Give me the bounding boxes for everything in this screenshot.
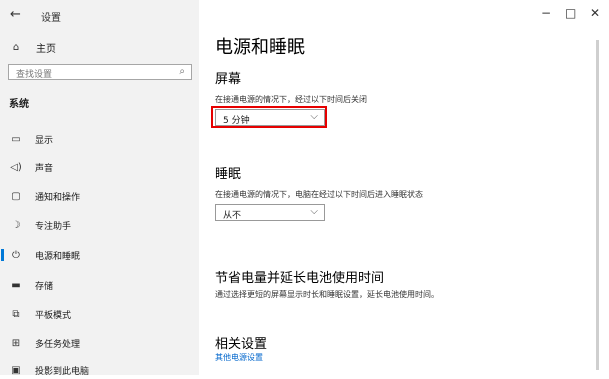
screen-timeout-value: 5 分钟 [223, 116, 250, 126]
section-title: 系统 [9, 99, 29, 110]
sidebar-item-sound[interactable]: ◁) 声音 [0, 158, 199, 176]
battery-description: 通过选择更短的屏幕显示时长和睡眠设置，延长电池使用时间。 [215, 290, 439, 299]
sidebar-item-label: 通知和操作 [35, 192, 81, 203]
multitask-icon: ⊞ [11, 337, 21, 349]
notification-icon: ▢ [11, 190, 21, 202]
power-icon: ⏻ [12, 249, 20, 261]
sidebar-item-label: 电源和睡眠 [35, 251, 81, 262]
sound-icon: ◁) [10, 161, 22, 173]
sidebar-item-label: 多任务处理 [35, 339, 81, 350]
screen-heading: 屏幕 [215, 72, 242, 87]
moon-icon: ☽ [11, 219, 21, 231]
screen-timeout-dropdown[interactable]: 5 分钟 ⌵ [215, 109, 325, 126]
related-settings-heading: 相关设置 [215, 337, 268, 352]
sleep-timeout-value: 从不 [223, 211, 242, 221]
window-title: 设置 [41, 13, 61, 24]
search-input[interactable]: 查找设置 ⌕ [8, 64, 192, 80]
sidebar-item-label: 平板模式 [35, 310, 72, 321]
sidebar-item-project[interactable]: ▣ 投影到此电脑 [0, 361, 199, 379]
chevron-down-icon: ⌵ [310, 206, 318, 217]
tablet-icon: ⧉ [12, 308, 20, 320]
search-icon: ⌕ [179, 66, 185, 77]
minimize-button[interactable]: − [541, 6, 551, 20]
maximize-button[interactable]: □ [565, 6, 576, 20]
sidebar-item-display[interactable]: ▭ 显示 [0, 130, 199, 148]
other-power-settings-link[interactable]: 其他电源设置 [215, 352, 263, 363]
settings-window: ⌂ 主页 查找设置 ⌕ 系统 ▭ 显示 ◁) 声音 ▢ 通知和操作 ☽ 专注助手… [0, 0, 609, 377]
screen-description: 在接通电源的情况下，经过以下时间后关闭 [215, 95, 367, 104]
scrollbar[interactable] [596, 40, 599, 370]
chevron-down-icon: ⌵ [310, 111, 318, 122]
sidebar: ⌂ 主页 查找设置 ⌕ 系统 ▭ 显示 ◁) 声音 ▢ 通知和操作 ☽ 专注助手… [0, 0, 199, 377]
active-indicator [1, 249, 4, 261]
sidebar-item-label: 专注助手 [35, 221, 72, 232]
sleep-description: 在接通电源的情况下，电脑在经过以下时间后进入睡眠状态 [215, 190, 423, 199]
sleep-heading: 睡眠 [215, 167, 242, 182]
sidebar-item-tablet-mode[interactable]: ⧉ 平板模式 [0, 305, 199, 323]
sidebar-item-label: 存储 [35, 281, 54, 292]
sidebar-item-notifications[interactable]: ▢ 通知和操作 [0, 187, 199, 205]
page-title: 电源和睡眠 [215, 37, 305, 58]
search-placeholder: 查找设置 [16, 70, 53, 80]
home-nav-item[interactable]: ⌂ 主页 [9, 40, 56, 55]
title-bar: ← 设置 − □ ✕ [0, 0, 609, 30]
back-arrow-icon[interactable]: ← [10, 7, 21, 22]
close-button[interactable]: ✕ [590, 6, 600, 20]
home-label: 主页 [36, 44, 56, 55]
sleep-timeout-dropdown[interactable]: 从不 ⌵ [215, 204, 325, 221]
sidebar-item-label: 显示 [35, 135, 54, 146]
sidebar-item-label: 声音 [35, 163, 54, 174]
battery-heading: 节省电量并延长电池使用时间 [215, 271, 385, 286]
display-icon: ▭ [11, 133, 21, 145]
home-icon: ⌂ [12, 42, 20, 53]
sidebar-item-multitasking[interactable]: ⊞ 多任务处理 [0, 334, 199, 352]
sidebar-item-power-sleep[interactable]: ⏻ 电源和睡眠 [0, 246, 199, 264]
storage-icon: ▬ [11, 279, 21, 291]
sidebar-item-storage[interactable]: ▬ 存储 [0, 276, 199, 294]
sidebar-item-focus-assist[interactable]: ☽ 专注助手 [0, 216, 199, 234]
project-icon: ▣ [11, 364, 21, 376]
